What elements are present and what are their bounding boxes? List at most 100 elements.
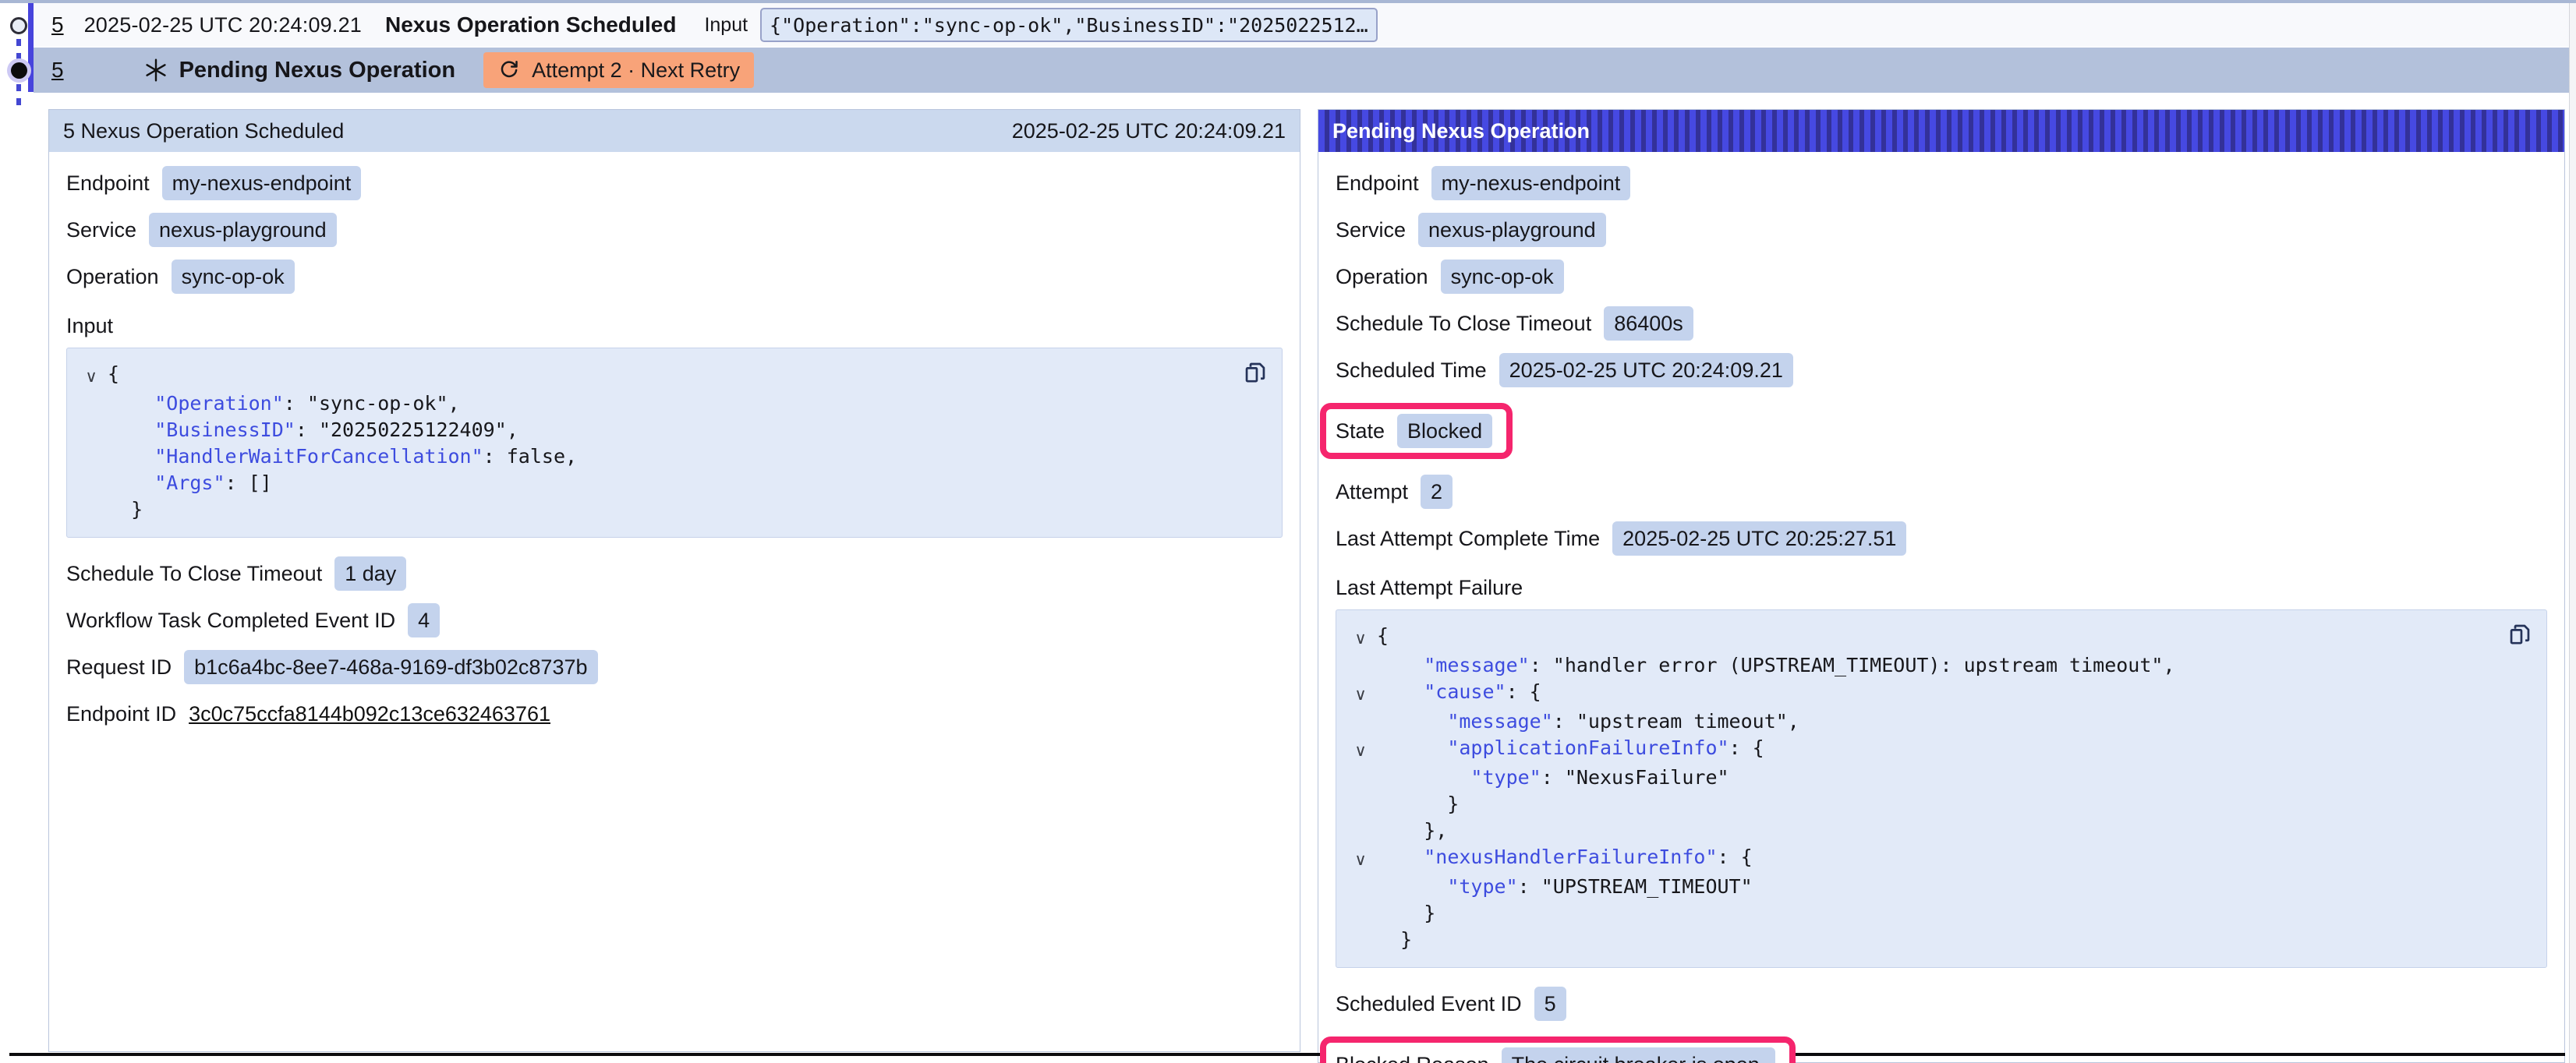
event-title: Nexus Operation Scheduled — [385, 12, 676, 37]
code-line: ∨{ — [75, 361, 1227, 390]
code-gutter — [75, 417, 108, 443]
code-text: "message": "upstream timeout", — [1377, 708, 1799, 735]
event-row-nexus-operation-scheduled[interactable]: 5 2025-02-25 UTC 20:24:09.21 Nexus Opera… — [34, 3, 2570, 47]
code-gutter — [1344, 765, 1377, 791]
service-row: Service nexus-playground — [1336, 213, 2547, 247]
event-id-link[interactable]: 5 — [51, 12, 64, 37]
blocked-reason-label: Blocked Reason — [1336, 1053, 1489, 1063]
blocked-reason-row: Blocked Reason The circuit breaker is ope… — [1336, 1033, 2547, 1063]
code-text: } — [1377, 791, 1459, 818]
code-line: "BusinessID": "20250225122409", — [75, 417, 1227, 443]
service-value: nexus-playground — [149, 213, 337, 247]
code-line: ∨{ — [1344, 623, 2492, 652]
operation-label: Operation — [1336, 265, 1428, 289]
endpoint-label: Endpoint — [1336, 171, 1419, 196]
blocked-reason-value: The circuit breaker is open. — [1502, 1047, 1776, 1063]
collapse-chevron-icon[interactable]: ∨ — [1344, 679, 1377, 708]
collapse-chevron-icon[interactable]: ∨ — [1344, 623, 1377, 652]
code-gutter — [75, 390, 108, 417]
service-value: nexus-playground — [1418, 213, 1606, 247]
schedule-to-close-timeout-label: Schedule To Close Timeout — [66, 562, 322, 586]
code-line: ∨ "nexusHandlerFailureInfo": { — [1344, 844, 2492, 874]
scheduled-time-value: 2025-02-25 UTC 20:24:09.21 — [1499, 353, 1793, 387]
last-attempt-failure-code-block: ∨{ "message": "handler error (UPSTREAM_T… — [1336, 609, 2547, 968]
timeline-node-open-icon — [10, 17, 27, 34]
code-gutter — [1344, 900, 1377, 927]
code-text: "type": "UPSTREAM_TIMEOUT" — [1377, 874, 1753, 900]
schedule-to-close-timeout-value: 1 day — [334, 556, 406, 591]
event-detail-fields: Endpointmy-nexus-endpoint Service nexus-pl… — [49, 152, 1300, 750]
code-text: "type": "NexusFailure" — [1377, 765, 1729, 791]
workflow-task-completed-event-id-row: Workflow Task Completed Event ID4 — [66, 603, 1283, 637]
service-label: Service — [1336, 218, 1406, 242]
schedule-to-close-timeout-value: 86400s — [1604, 306, 1693, 341]
attempt-row: Attempt2 — [1336, 475, 2547, 509]
retry-icon — [497, 58, 521, 82]
service-row: Service nexus-playground — [66, 213, 1283, 247]
code-text: "Args": [] — [108, 470, 272, 496]
timeline-dashed-connector — [16, 84, 21, 109]
event-row-pending-nexus-operation[interactable]: 5 Pending Nexus Operation Attempt 2 · Ne… — [34, 48, 2570, 93]
code-text: "Operation": "sync-op-ok", — [108, 390, 460, 417]
input-preview-pill[interactable]: {"Operation":"sync-op-ok","BusinessID":"… — [760, 8, 1378, 42]
operation-value: sync-op-ok — [1441, 260, 1564, 294]
code-line: }, — [1344, 818, 2492, 844]
code-text: "cause": { — [1377, 679, 1541, 708]
attempt-value: 2 — [1421, 475, 1453, 509]
retry-badge-label: Attempt 2 · Next Retry — [532, 58, 740, 83]
endpoint-row: Endpointmy-nexus-endpoint — [66, 166, 1283, 200]
collapse-chevron-icon[interactable]: ∨ — [75, 361, 108, 390]
code-gutter — [1344, 791, 1377, 818]
input-code-block: ∨{ "Operation": "sync-op-ok", "BusinessI… — [66, 348, 1283, 538]
request-id-value: b1c6a4bc-8ee7-468a-9169-df3b02c8737b — [184, 650, 597, 684]
code-gutter — [1344, 818, 1377, 844]
timeline-dashed-connector — [16, 39, 21, 61]
pending-operation-panel: Pending Nexus Operation Endpoint my-nexus… — [1318, 109, 2565, 1063]
code-text: { — [1377, 623, 1389, 652]
copy-icon[interactable] — [2504, 620, 2535, 651]
scheduled-event-id-label: Scheduled Event ID — [1336, 992, 1522, 1016]
event-id-link[interactable]: 5 — [51, 58, 64, 83]
last-attempt-complete-time-row: Last Attempt Complete Time 2025-02-25 UTC… — [1336, 521, 2547, 556]
copy-icon[interactable] — [1240, 358, 1271, 389]
scrollbar-gutter[interactable] — [2569, 3, 2576, 1063]
endpoint-row: Endpoint my-nexus-endpoint — [1336, 166, 2547, 200]
event-detail-panel-header: 5 Nexus Operation Scheduled 2025-02-25 U… — [49, 110, 1300, 152]
collapse-chevron-icon[interactable]: ∨ — [1344, 735, 1377, 765]
endpoint-value: my-nexus-endpoint — [1431, 166, 1631, 200]
operation-row: Operation sync-op-ok — [1336, 260, 2547, 294]
service-label: Service — [66, 218, 136, 242]
code-text: "applicationFailureInfo": { — [1377, 735, 1764, 765]
code-line: "message": "upstream timeout", — [1344, 708, 2492, 735]
code-text: } — [108, 496, 143, 523]
code-text: }, — [1377, 818, 1447, 844]
event-history-rows: 5 2025-02-25 UTC 20:24:09.21 Nexus Opera… — [34, 3, 2570, 93]
code-text: "nexusHandlerFailureInfo": { — [1377, 844, 1753, 874]
last-attempt-failure-label: Last Attempt Failure — [1336, 576, 2547, 600]
pending-operation-fields: Endpoint my-nexus-endpoint Service nexus-pl… — [1318, 152, 2564, 1063]
scheduled-time-row: Scheduled Time2025-02-25 UTC 20:24:09.21 — [1336, 353, 2547, 387]
retry-attempt-badge: Attempt 2 · Next Retry — [483, 52, 754, 88]
temporal-event-history-screen: 5 2025-02-25 UTC 20:24:09.21 Nexus Opera… — [0, 0, 2576, 1063]
event-detail-panel: 5 Nexus Operation Scheduled 2025-02-25 U… — [48, 109, 1300, 1052]
operation-row: Operationsync-op-ok — [66, 260, 1283, 294]
code-gutter — [75, 443, 108, 470]
scheduled-event-id-row: Scheduled Event ID 5 — [1336, 987, 2547, 1021]
schedule-to-close-timeout-row: Schedule To Close Timeout 1 day — [66, 556, 1283, 591]
request-id-row: Request IDb1c6a4bc-8ee7-468a-9169-df3b02… — [66, 650, 1283, 684]
scheduled-event-id-value: 5 — [1534, 987, 1566, 1021]
code-gutter — [75, 470, 108, 496]
timeline-node-current-icon — [11, 62, 27, 79]
input-label: Input — [704, 14, 748, 37]
code-line: "HandlerWaitForCancellation": false, — [75, 443, 1227, 470]
last-attempt-complete-time-value: 2025-02-25 UTC 20:25:27.51 — [1612, 521, 1906, 556]
pending-operation-panel-header: Pending Nexus Operation — [1318, 110, 2564, 152]
collapse-chevron-icon[interactable]: ∨ — [1344, 844, 1377, 874]
state-row: StateBlocked — [1336, 400, 2547, 462]
code-line: ∨ "cause": { — [1344, 679, 2492, 708]
state-label: State — [1336, 419, 1385, 443]
code-text: { — [108, 361, 119, 390]
endpoint-id-value[interactable]: 3c0c75ccfa8144b092c13ce632463761 — [189, 701, 550, 727]
last-attempt-complete-time-label: Last Attempt Complete Time — [1336, 527, 1600, 551]
code-line: } — [75, 496, 1227, 523]
